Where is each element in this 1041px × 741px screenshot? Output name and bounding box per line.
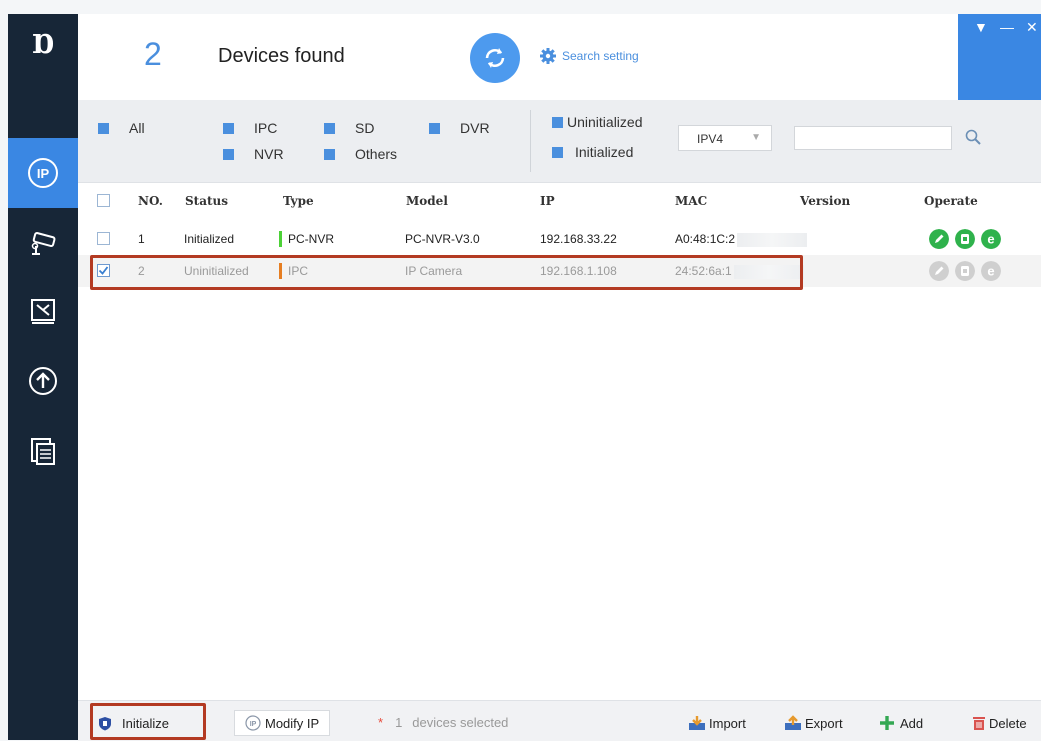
table-row[interactable]: 1 Initialized PC-NVR PC-NVR-V3.0 192.168… [78, 223, 1041, 255]
ip-edit-icon: IP [245, 715, 261, 731]
initialize-button[interactable]: Initialize [98, 710, 169, 736]
edit-icon[interactable] [929, 261, 949, 281]
row-checkbox[interactable] [97, 232, 110, 245]
star-icon: * [378, 715, 384, 730]
devices-found-count: 2 [144, 36, 162, 72]
camera-icon [31, 232, 56, 255]
filter-uninitialized[interactable]: Uninitialized [552, 114, 642, 130]
filter-initialized[interactable]: Initialized [552, 144, 633, 160]
gear-icon [540, 48, 556, 64]
row-checkbox[interactable] [97, 264, 110, 277]
checkbox-icon [429, 122, 440, 134]
svg-text:e: e [987, 232, 994, 247]
filter-nvr[interactable]: NVR [223, 146, 284, 162]
tools-icon [31, 299, 55, 324]
search-button[interactable] [964, 128, 982, 151]
table-row[interactable]: 2 Uninitialized IPC IP Camera 192.168.1.… [78, 255, 1041, 287]
window-controls: ▼ — ✕ [958, 14, 1041, 100]
close-icon[interactable]: ✕ [1026, 20, 1038, 34]
trash-icon [973, 717, 985, 730]
checkbox-icon [98, 122, 109, 134]
chevron-down-icon: ▼ [751, 132, 761, 143]
filter-all[interactable]: All [98, 120, 145, 136]
checkbox-icon [552, 146, 563, 158]
selection-status: * 1 devices selected [378, 715, 509, 730]
device-config-icon[interactable] [955, 229, 975, 249]
shield-icon [99, 716, 111, 730]
header: 2 Devices found Search setting ▼ — ✕ [78, 14, 1041, 100]
upload-icon [29, 367, 57, 395]
plus-icon [880, 716, 894, 730]
ip-icon: IP [28, 158, 58, 188]
minimize-icon[interactable]: — [1000, 20, 1014, 34]
mac-redaction [737, 232, 808, 247]
app-window: Ɒ IP 2 Devices found Search setting ▼ — … [0, 0, 1041, 741]
nav-tools[interactable] [8, 276, 78, 346]
type-color-bar [279, 230, 282, 247]
filter-bar: All IPC SD DVR NVR Others Uninitialized [78, 100, 1041, 183]
menu-dropdown-icon[interactable]: ▼ [974, 20, 988, 34]
refresh-button[interactable] [470, 33, 520, 83]
select-all-checkbox[interactable] [97, 194, 110, 207]
add-button[interactable]: Add [878, 710, 923, 736]
nav-upgrade[interactable] [8, 346, 78, 416]
mac-redaction [733, 264, 804, 279]
nav-camera[interactable] [8, 210, 78, 280]
delete-button[interactable]: Delete [972, 710, 1027, 736]
search-setting-link[interactable]: Search setting [540, 48, 639, 64]
ip-version-select[interactable]: IPV4 ▼ [678, 125, 772, 151]
footer-toolbar: Initialize IP Modify IP * 1 devices select… [78, 700, 1041, 741]
web-browser-icon[interactable]: e [981, 229, 1001, 249]
filter-others[interactable]: Others [324, 146, 397, 162]
svg-text:IP: IP [250, 721, 257, 728]
search-icon [965, 129, 981, 145]
web-browser-icon[interactable]: e [981, 261, 1001, 281]
nav-documents[interactable] [8, 416, 78, 486]
export-button[interactable]: Export [784, 710, 843, 736]
svg-text:e: e [987, 264, 994, 279]
import-icon [689, 716, 705, 730]
checkmark-icon [98, 266, 109, 275]
filter-sd[interactable]: SD [324, 120, 374, 136]
sidebar: Ɒ IP [8, 14, 78, 740]
checkbox-icon [223, 148, 234, 160]
app-logo: Ɒ [31, 30, 55, 60]
document-icon [31, 438, 55, 465]
table-header: NO. Status Type Model IP MAC Version Ope… [78, 185, 1041, 217]
filter-dvr[interactable]: DVR [429, 120, 490, 136]
export-icon [785, 715, 801, 730]
checkbox-icon [223, 122, 234, 134]
svg-text:IP: IP [37, 166, 50, 181]
checkbox-icon [552, 116, 563, 128]
filter-divider [530, 110, 531, 172]
checkbox-icon [324, 148, 335, 160]
filter-ipc[interactable]: IPC [223, 120, 277, 136]
search-input[interactable] [794, 126, 952, 150]
edit-icon[interactable] [929, 229, 949, 249]
type-color-bar [279, 262, 282, 279]
devices-found-label: Devices found [218, 45, 345, 67]
import-button[interactable]: Import [688, 710, 746, 736]
nav-ip-config[interactable]: IP [8, 138, 78, 208]
refresh-icon [485, 48, 505, 68]
search-setting-label: Search setting [562, 49, 639, 63]
device-table: NO. Status Type Model IP MAC Version Ope… [78, 183, 1041, 700]
device-config-icon[interactable] [955, 261, 975, 281]
modify-ip-button[interactable]: IP Modify IP [234, 710, 331, 736]
checkbox-icon [324, 122, 335, 134]
